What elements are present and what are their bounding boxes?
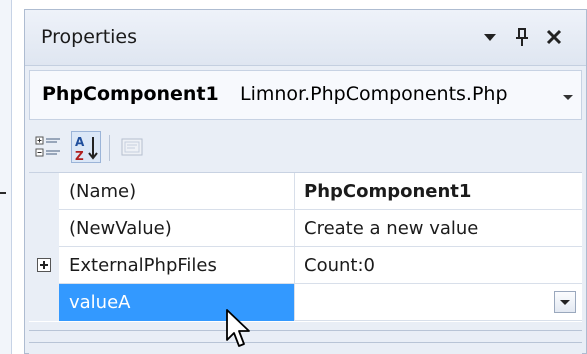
close-icon[interactable] [541,24,567,50]
property-row[interactable]: ExternalPhpFiles Count:0 [29,247,582,284]
row-gutter [29,247,59,284]
property-row[interactable]: (Name) PhpComponent1 [29,173,582,210]
property-value[interactable]: Count:0 [296,247,582,284]
object-selector[interactable]: PhpComponent1 Limnor.PhpComponents.Php [29,70,582,120]
dropdown-arrow-icon[interactable] [477,24,503,50]
row-gutter [29,210,59,247]
property-name[interactable]: (NewValue) [59,210,295,247]
panel-titlebar: Properties [25,10,586,66]
property-name[interactable]: (Name) [59,173,295,210]
expand-plus-icon[interactable] [37,258,51,272]
property-row-selected[interactable]: valueA [29,284,582,321]
property-row[interactable]: (NewValue) Create a new value [29,210,582,247]
svg-text:A: A [75,135,85,149]
row-gutter [29,173,59,210]
splitter-line [29,342,582,343]
row-gutter [29,284,59,321]
value-dropdown-button[interactable] [554,291,576,313]
alphabetical-sort-icon[interactable]: A Z [71,131,101,163]
selected-object-name: PhpComponent1 [42,83,219,105]
mouse-pointer-icon [224,308,254,352]
chevron-down-icon [560,300,570,305]
svg-text:Z: Z [75,149,84,163]
property-name[interactable]: ExternalPhpFiles [59,247,295,284]
property-pages-icon[interactable] [117,131,147,163]
property-value[interactable] [296,284,582,321]
splitter-line [29,330,582,331]
pin-icon[interactable] [509,24,535,50]
chevron-down-icon[interactable] [560,89,576,103]
property-name[interactable]: valueA [59,284,295,321]
description-splitter[interactable] [29,322,582,354]
toolbar-separator [109,135,110,161]
property-value[interactable]: Create a new value [296,210,582,247]
grid-toolbar: A Z [25,123,586,173]
property-value[interactable]: PhpComponent1 [296,173,582,210]
left-window-edge [0,0,12,354]
categorized-icon[interactable] [33,131,63,163]
properties-panel: Properties PhpComponent1 Limnor.PhpCompo… [24,9,587,354]
edge-tick [0,192,6,194]
selected-object-type: Limnor.PhpComponents.Php [240,83,508,105]
property-grid: (Name) PhpComponent1 (NewValue) Create a… [29,172,582,322]
panel-title: Properties [41,26,138,48]
